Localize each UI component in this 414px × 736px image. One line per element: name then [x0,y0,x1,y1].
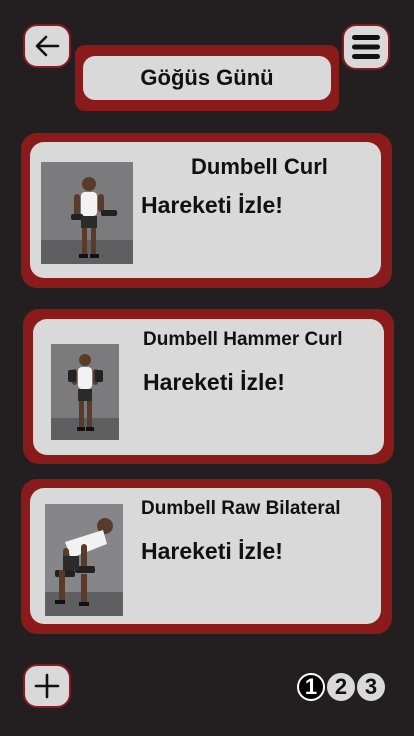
hamburger-menu-icon [352,35,380,59]
page-1-button[interactable]: 1 [297,673,325,701]
exercise-card-body: Dumbell Hammer Curl Hareketi İzle! [33,319,384,455]
exercise-card[interactable]: Dumbell Raw Bilateral Hareketi İzle! [21,479,392,634]
person-photo-icon [51,344,119,440]
exercise-thumbnail [45,504,123,616]
exercise-card[interactable]: Dumbell Hammer Curl Hareketi İzle! [23,309,394,464]
person-photo-icon [45,504,123,616]
person-photo-icon [41,162,133,264]
watch-exercise-link[interactable]: Hareketi İzle! [141,192,283,219]
exercise-thumbnail [51,344,119,440]
menu-button[interactable] [342,24,390,70]
page-3-button[interactable]: 3 [357,673,385,701]
exercise-name: Dumbell Raw Bilateral [141,498,341,519]
exercise-card-body: Dumbell Raw Bilateral Hareketi İzle! [30,488,381,624]
plus-icon [34,673,60,699]
arrow-left-icon [35,35,60,57]
watch-exercise-link[interactable]: Hareketi İzle! [141,538,283,565]
exercise-name: Dumbell Hammer Curl [143,329,343,350]
pagination: 1 2 3 [297,673,385,701]
exercise-card-body: Dumbell Curl Hareketi İzle! [30,142,381,278]
exercise-name: Dumbell Curl [191,154,328,179]
page-title-container: Göğüs Günü [75,45,339,111]
watch-exercise-link[interactable]: Hareketi İzle! [143,369,285,396]
exercise-thumbnail [41,162,133,264]
page-title: Göğüs Günü [83,56,331,100]
page-2-button[interactable]: 2 [327,673,355,701]
back-button[interactable] [23,24,71,68]
add-exercise-button[interactable] [23,664,71,708]
exercise-card[interactable]: Dumbell Curl Hareketi İzle! [21,133,392,288]
